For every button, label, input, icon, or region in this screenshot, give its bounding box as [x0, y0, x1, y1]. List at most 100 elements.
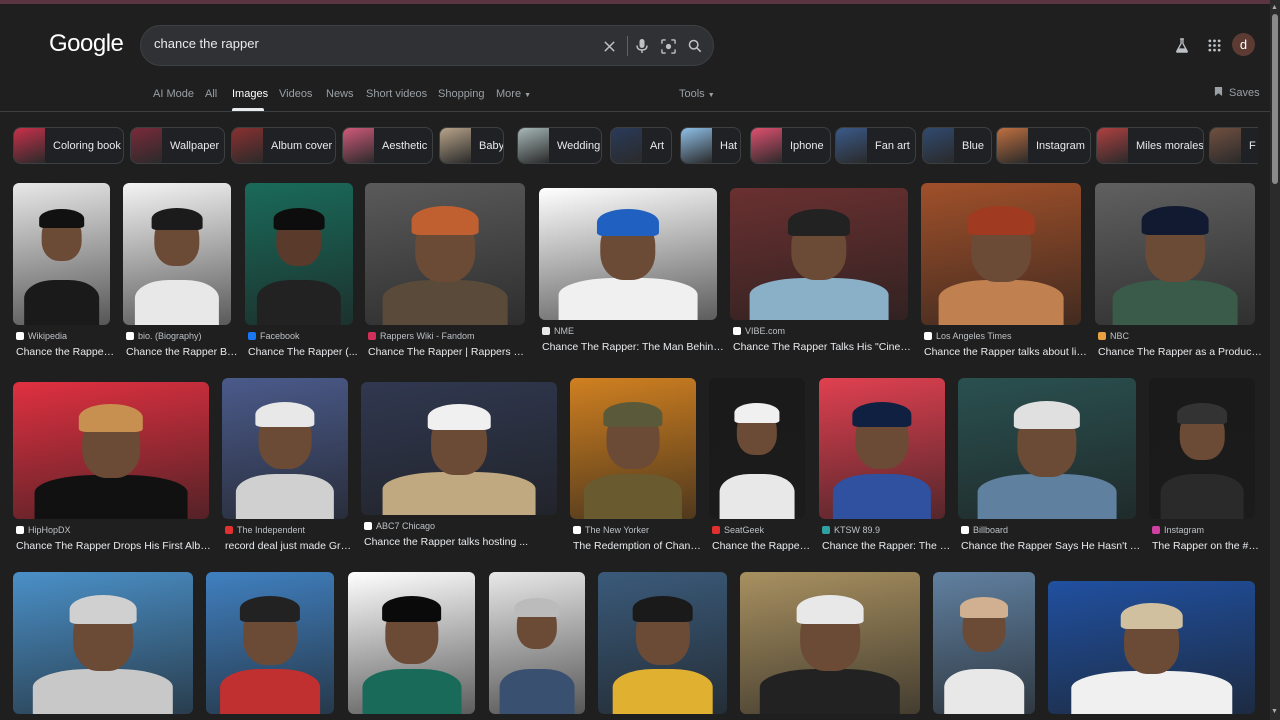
- image-result-thumbnail[interactable]: [13, 382, 209, 519]
- tools-button[interactable]: Tools ▼: [679, 88, 715, 100]
- scrollbar-thumb[interactable]: [1272, 14, 1278, 184]
- lens-icon[interactable]: [659, 37, 677, 55]
- chip-label: Baby: [479, 139, 504, 152]
- result-caption[interactable]: Chance the Rapper Bi...: [126, 346, 238, 358]
- result-source[interactable]: bio. (Biography): [126, 331, 202, 341]
- result-caption[interactable]: Chance the Rapper Says He Hasn't Talk...: [961, 540, 1143, 552]
- result-source[interactable]: VIBE.com: [733, 326, 785, 336]
- result-caption[interactable]: Chance The Rapper Drops His First Album …: [16, 540, 216, 552]
- result-source[interactable]: Billboard: [961, 525, 1008, 535]
- related-chip[interactable]: Miles morales: [1096, 127, 1204, 164]
- result-caption[interactable]: The Rapper on the #V...: [1152, 540, 1262, 552]
- image-result-thumbnail[interactable]: [222, 378, 348, 519]
- related-chip[interactable]: Baby: [439, 127, 504, 164]
- image-result-thumbnail[interactable]: [933, 572, 1035, 714]
- search-icon[interactable]: [686, 37, 704, 55]
- related-chip[interactable]: Wedding: [517, 127, 602, 164]
- image-result-thumbnail[interactable]: [958, 378, 1136, 519]
- result-caption[interactable]: Chance the Rapper talks about life ...: [924, 346, 1088, 358]
- tab-ai-mode[interactable]: AI Mode: [153, 88, 194, 100]
- image-result-thumbnail[interactable]: [1048, 581, 1255, 714]
- related-chip[interactable]: Hat: [680, 127, 741, 164]
- image-result-thumbnail[interactable]: [13, 572, 193, 714]
- result-caption[interactable]: Chance the Rapper: The Fo...: [822, 540, 952, 552]
- result-source[interactable]: NME: [542, 326, 574, 336]
- clear-icon[interactable]: [600, 37, 618, 55]
- related-chip[interactable]: Instagram: [996, 127, 1091, 164]
- result-source[interactable]: SeatGeek: [712, 525, 764, 535]
- image-result-thumbnail[interactable]: [1149, 378, 1255, 519]
- image-result-thumbnail[interactable]: [365, 183, 525, 325]
- scroll-down-arrow[interactable]: ▼: [1271, 708, 1278, 715]
- result-source[interactable]: Rappers Wiki - Fandom: [368, 331, 475, 341]
- related-chip[interactable]: Blue: [922, 127, 992, 164]
- image-result-thumbnail[interactable]: [206, 572, 334, 714]
- result-source[interactable]: The Independent: [225, 525, 305, 535]
- image-result-thumbnail[interactable]: [539, 188, 717, 320]
- result-caption[interactable]: Chance The Rapper Talks His "Cinemati...: [733, 341, 915, 353]
- labs-flask-icon[interactable]: [1173, 36, 1191, 54]
- related-chip[interactable]: Wallpaper: [130, 127, 225, 164]
- image-result-thumbnail[interactable]: [570, 378, 696, 519]
- account-avatar[interactable]: d: [1232, 33, 1255, 56]
- result-source[interactable]: Los Angeles Times: [924, 331, 1012, 341]
- result-caption[interactable]: Chance The Rapper as a Producer: ...: [1098, 346, 1262, 358]
- result-caption[interactable]: Chance The Rapper (...: [248, 346, 358, 358]
- result-source[interactable]: Instagram: [1152, 525, 1204, 535]
- tab-images[interactable]: Images: [232, 88, 268, 100]
- related-chip[interactable]: Coloring book: [13, 127, 124, 164]
- image-result-thumbnail[interactable]: [348, 572, 475, 714]
- image-result-thumbnail[interactable]: [1095, 183, 1255, 325]
- image-result-thumbnail[interactable]: [819, 378, 945, 519]
- result-caption[interactable]: Chance the Rapper ...: [712, 540, 812, 552]
- image-result-thumbnail[interactable]: [730, 188, 908, 320]
- image-result-thumbnail[interactable]: [598, 572, 727, 714]
- related-chip[interactable]: Iphone: [750, 127, 831, 164]
- microphone-icon[interactable]: [633, 37, 651, 55]
- image-result-thumbnail[interactable]: [921, 183, 1081, 325]
- related-chip[interactable]: Art: [610, 127, 672, 164]
- search-box[interactable]: [140, 25, 714, 66]
- result-caption[interactable]: record deal just made Gra...: [225, 540, 355, 552]
- result-caption[interactable]: Chance The Rapper: The Man Behind T...: [542, 341, 724, 353]
- saves-button[interactable]: Saves: [1214, 86, 1260, 100]
- hat-shape: [381, 595, 442, 622]
- tab-short-videos[interactable]: Short videos: [366, 88, 427, 100]
- tab-more[interactable]: More ▼: [496, 88, 531, 100]
- apps-grid-icon[interactable]: [1205, 36, 1223, 54]
- result-caption[interactable]: Chance the Rapper talks hosting ...: [364, 536, 528, 548]
- result-source[interactable]: ABC7 Chicago: [364, 521, 435, 531]
- chip-thumbnail: [14, 128, 45, 163]
- result-caption[interactable]: Chance The Rapper | Rappers Wiki | ...: [368, 346, 532, 358]
- hat-shape: [796, 595, 864, 624]
- hat-shape: [632, 595, 693, 622]
- result-caption[interactable]: The Redemption of Chanc...: [573, 540, 703, 552]
- image-result-thumbnail[interactable]: [361, 382, 557, 515]
- result-source[interactable]: NBC: [1098, 331, 1129, 341]
- image-result-thumbnail[interactable]: [709, 378, 805, 519]
- image-result-thumbnail[interactable]: [245, 183, 353, 325]
- result-source[interactable]: The New Yorker: [573, 525, 649, 535]
- result-caption[interactable]: Chance the Rapper ...: [16, 346, 117, 358]
- result-source[interactable]: Facebook: [248, 331, 300, 341]
- related-chip[interactable]: Aesthetic: [342, 127, 433, 164]
- related-chip[interactable]: Fan art: [835, 127, 916, 164]
- related-chip[interactable]: F: [1209, 127, 1258, 164]
- tab-all[interactable]: All: [205, 88, 217, 100]
- tab-videos[interactable]: Videos: [279, 88, 312, 100]
- image-result-thumbnail[interactable]: [489, 572, 585, 714]
- related-chip[interactable]: Album cover: [231, 127, 336, 164]
- scroll-up-arrow[interactable]: ▲: [1271, 4, 1278, 11]
- chip-thumbnail: [751, 128, 782, 163]
- tab-shopping[interactable]: Shopping: [438, 88, 485, 100]
- person-body-shape: [34, 475, 188, 519]
- google-logo[interactable]: Google: [49, 30, 124, 58]
- result-source[interactable]: HipHopDX: [16, 525, 71, 535]
- tab-news[interactable]: News: [326, 88, 354, 100]
- search-input[interactable]: [154, 36, 574, 51]
- result-source[interactable]: KTSW 89.9: [822, 525, 880, 535]
- image-result-thumbnail[interactable]: [740, 572, 920, 714]
- result-source[interactable]: Wikipedia: [16, 331, 67, 341]
- image-result-thumbnail[interactable]: [13, 183, 110, 325]
- image-result-thumbnail[interactable]: [123, 183, 231, 325]
